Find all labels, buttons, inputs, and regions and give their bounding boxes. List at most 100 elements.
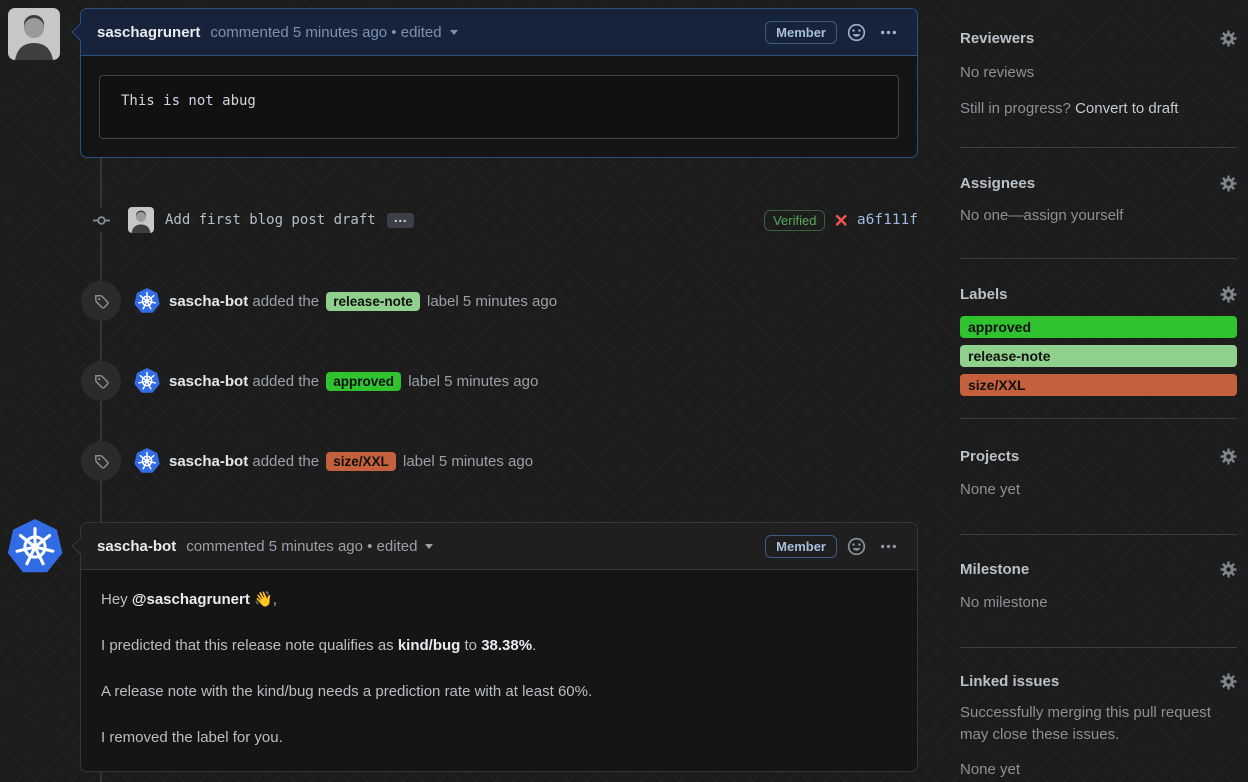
pr-conversation-page: saschagrunert commented 5 minutes ago • … (0, 0, 1248, 782)
sascha-bot-avatar[interactable] (134, 368, 160, 394)
label-event-row: sascha-bot added the size/XXL label 5 mi… (81, 439, 918, 483)
sascha-bot-avatar[interactable] (134, 288, 160, 314)
convert-to-draft-link[interactable]: Convert to draft (1075, 100, 1178, 117)
commit-message-link[interactable]: Add first blog post draft (165, 212, 376, 228)
event-action: added the (252, 372, 320, 390)
kubernetes-logo-icon (134, 448, 160, 474)
event-suffix: label 5 minutes ago (402, 452, 534, 470)
kebab-icon (880, 24, 897, 41)
milestone-empty-text: No milestone (960, 594, 1048, 611)
person-avatar-icon (8, 8, 60, 60)
verified-badge[interactable]: Verified (764, 209, 826, 231)
sascha-bot-avatar[interactable] (134, 448, 160, 474)
commit-icon (93, 212, 110, 229)
commit-expand-button[interactable]: … (386, 210, 414, 228)
event-action: added the (252, 452, 320, 470)
avatar-sascha-bot[interactable] (7, 519, 63, 575)
emoji-reaction-button[interactable] (843, 19, 869, 45)
sidebar-label-approved[interactable]: approved (960, 316, 1237, 338)
person-avatar-icon (128, 207, 154, 233)
avatar-saschagrunert[interactable] (8, 8, 60, 60)
event-suffix: label 5 minutes ago (427, 292, 558, 310)
comment-saschagrunert: saschagrunert commented 5 minutes ago • … (71, 8, 918, 158)
assignees-empty-text: No one—assign yourself (960, 207, 1124, 224)
gear-icon[interactable] (1220, 286, 1237, 303)
section-title: Milestone (960, 561, 1030, 578)
sidebar-section-reviewers: Reviewers No reviews Still in progress? … (960, 0, 1237, 148)
commit-row: Add first blog post draft … Verified × a… (128, 205, 918, 235)
comment-header: sascha-bot commented 5 minutes ago • edi… (81, 523, 917, 570)
kubernetes-logo-icon (134, 288, 160, 314)
emoji-reaction-button[interactable] (843, 533, 869, 559)
event-text: sascha-bot added the size/XXL label 5 mi… (169, 451, 534, 471)
member-badge: Member (765, 20, 837, 44)
smiley-icon (847, 23, 866, 42)
section-title: Linked issues (960, 673, 1060, 690)
section-title: Projects (960, 448, 1020, 465)
event-author-link[interactable]: sascha-bot (169, 453, 248, 470)
commit-hash-link[interactable]: a6f111f (857, 212, 918, 228)
linked-issues-description: Successfully merging this pull request m… (960, 704, 1211, 743)
comment-author-link[interactable]: saschagrunert (97, 24, 200, 41)
tag-icon (93, 373, 110, 390)
tag-icon (93, 293, 110, 310)
label-event-row: sascha-bot added the approved label 5 mi… (81, 359, 918, 403)
gear-icon[interactable] (1220, 175, 1237, 192)
label-event-row: sascha-bot added the release-note label … (81, 279, 918, 323)
event-label-chip[interactable]: size/XXL (326, 451, 396, 471)
comment-header: saschagrunert commented 5 minutes ago • … (81, 9, 917, 56)
section-title: Assignees (960, 175, 1036, 192)
gear-icon[interactable] (1220, 673, 1237, 690)
section-title: Labels (960, 286, 1008, 303)
comment-meta: commented 5 minutes ago • edited (186, 537, 418, 555)
tag-icon-circle (81, 441, 121, 481)
comment-paragraph: Hey @saschagrunert 👋, (101, 591, 277, 608)
comment-author-link[interactable]: sascha-bot (97, 538, 176, 555)
reviewers-empty-text: No reviews (960, 64, 1035, 81)
projects-empty-text: None yet (960, 481, 1021, 498)
comment-meta: commented 5 minutes ago • edited (210, 23, 442, 41)
comment-code-block: This is not abug (99, 75, 899, 139)
status-failed-x-icon[interactable]: × (834, 209, 847, 232)
edited-dropdown-caret-icon[interactable] (449, 29, 458, 35)
gear-icon[interactable] (1220, 561, 1237, 578)
kubernetes-logo-icon (134, 368, 160, 394)
sidebar-label-size-xxl[interactable]: size/XXL (960, 374, 1237, 396)
member-badge: Member (765, 534, 837, 558)
sidebar-section-assignees: Assignees No one—assign yourself (960, 148, 1237, 259)
edited-dropdown-caret-icon[interactable] (425, 543, 434, 549)
event-author-link[interactable]: sascha-bot (169, 293, 248, 310)
event-text: sascha-bot added the release-note label … (169, 291, 558, 311)
event-label-chip[interactable]: release-note (326, 291, 420, 311)
comment-sascha-bot: sascha-bot commented 5 minutes ago • edi… (71, 522, 918, 772)
event-suffix: label 5 minutes ago (408, 372, 539, 390)
gear-icon[interactable] (1220, 448, 1237, 465)
comment-paragraph: I predicted that this release note quali… (101, 637, 537, 654)
sidebar-label-release-note[interactable]: release-note (960, 345, 1237, 367)
sidebar-section-linked-issues: Linked issues Successfully merging this … (960, 648, 1237, 782)
sidebar-section-projects: Projects None yet (960, 419, 1237, 535)
event-author-link[interactable]: sascha-bot (169, 373, 248, 390)
smiley-icon (847, 537, 866, 556)
sidebar-section-milestone: Milestone No milestone (960, 535, 1237, 648)
tag-icon-circle (81, 361, 121, 401)
mention-link[interactable]: @saschagrunert (132, 591, 250, 608)
comment-options-button[interactable] (875, 19, 901, 45)
sidebar: Reviewers No reviews Still in progress? … (960, 0, 1237, 782)
comment-options-button[interactable] (875, 533, 901, 559)
kebab-icon (880, 538, 897, 555)
sidebar-section-labels: Labels approved release-note size/XXL (960, 259, 1237, 419)
tag-icon (93, 453, 110, 470)
section-title: Reviewers (960, 30, 1035, 47)
comment-paragraph: I removed the label for you. (101, 729, 283, 746)
kubernetes-logo-icon (7, 519, 63, 575)
gear-icon[interactable] (1220, 30, 1237, 47)
event-text: sascha-bot added the approved label 5 mi… (169, 371, 539, 391)
event-action: added the (252, 292, 320, 310)
wave-emoji: 👋 (249, 591, 273, 608)
commit-author-avatar[interactable] (128, 207, 154, 233)
tag-icon-circle (81, 281, 121, 321)
comment-body: Hey @saschagrunert 👋, I predicted that t… (81, 570, 917, 782)
comment-paragraph: A release note with the kind/bug needs a… (101, 683, 593, 700)
event-label-chip[interactable]: approved (326, 371, 402, 391)
